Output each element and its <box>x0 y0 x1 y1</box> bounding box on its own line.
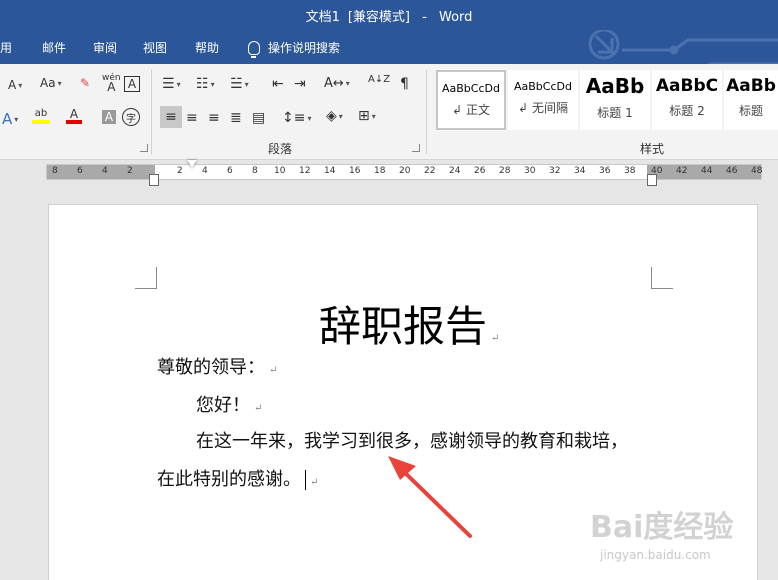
clear-format-icon[interactable]: ✎ <box>80 76 90 90</box>
text-cursor <box>305 470 306 490</box>
style-heading-2[interactable]: AaBbC 标题 2 <box>652 70 722 130</box>
ruler-tick: 44 <box>701 166 713 176</box>
char-border-button[interactable]: A <box>124 76 140 92</box>
tell-me-label: 操作说明搜索 <box>268 41 341 55</box>
paragraph-dialog-launcher[interactable] <box>412 144 420 152</box>
right-indent-marker[interactable] <box>647 174 657 186</box>
left-indent-marker[interactable] <box>149 174 159 186</box>
style-normal[interactable]: AaBbCcDd ↲ 正文 <box>436 70 506 130</box>
ruler-tick: 16 <box>349 166 361 176</box>
compat-mode: [兼容模式] <box>347 10 411 25</box>
app-name: Word <box>439 10 473 25</box>
highlight-color-button[interactable]: ab <box>32 108 50 124</box>
ruler-tick: 2 <box>177 166 183 176</box>
ruler-left-margin <box>47 165 155 179</box>
styles-gallery: AaBbCcDd ↲ 正文 AaBbCcDd ↲ 无间隔 AaBb 标题 1 A… <box>434 70 778 130</box>
window-title: 文档1 [兼容模式] - Word <box>0 6 778 25</box>
ruler-tick: 2 <box>127 166 133 176</box>
margin-corner-mark <box>135 267 157 289</box>
ruler-tick: 8 <box>252 166 258 176</box>
ruler-tick: 24 <box>449 166 461 176</box>
tab-use[interactable]: 用 <box>0 39 12 56</box>
phonetic-guide-button[interactable]: wén A <box>102 74 121 94</box>
ruler-tick: 8 <box>52 166 58 176</box>
tab-help[interactable]: 帮助 <box>195 39 219 56</box>
distributed-button[interactable]: ▤ <box>252 110 265 126</box>
tab-review[interactable]: 审阅 <box>93 39 117 56</box>
ruler-tick: 30 <box>524 166 536 176</box>
ruler-tick: 48 <box>751 166 763 176</box>
enclose-char-button[interactable]: 字 <box>122 108 140 126</box>
multilevel-list-button[interactable]: ☱ ▾ <box>230 76 249 92</box>
group-separator <box>426 70 427 154</box>
paragraph-group-label: 段落 <box>268 142 293 156</box>
title-bar: 文档1 [兼容模式] - Word <box>0 0 778 30</box>
numbering-button[interactable]: ☷ ▾ <box>196 76 215 92</box>
borders-button[interactable]: ⊞ ▾ <box>358 108 376 124</box>
ruler-tick: 20 <box>399 166 411 176</box>
sort-button[interactable]: A↓Z <box>368 74 390 85</box>
tab-mailings[interactable]: 邮件 <box>42 39 66 56</box>
watermark-url: jingyan.baidu.com <box>600 548 711 562</box>
title-separator: - <box>422 10 427 25</box>
margin-corner-mark <box>651 267 673 289</box>
line-spacing-button[interactable]: ↕≡ ▾ <box>282 110 311 126</box>
annotation-arrow-icon <box>388 456 472 538</box>
style-heading-1[interactable]: AaBb 标题 1 <box>580 70 650 130</box>
ruler-tick: 22 <box>424 166 436 176</box>
ruler-tick: 34 <box>574 166 586 176</box>
bullets-button[interactable]: ☰ ▾ <box>162 76 181 92</box>
align-right-button[interactable]: ≡ <box>208 110 220 126</box>
tell-me-search[interactable]: 操作说明搜索 <box>248 39 341 58</box>
ruler-tick: 32 <box>549 166 561 176</box>
style-title[interactable]: AaBb 标题 <box>724 70 778 130</box>
font-color-button[interactable]: A <box>66 108 82 124</box>
align-left-button[interactable]: ≡ <box>160 106 182 128</box>
decrease-indent-button[interactable]: ⇤ <box>272 76 284 92</box>
ruler-tick: 38 <box>624 166 636 176</box>
show-marks-icon[interactable]: ¶ <box>400 76 409 92</box>
style-no-spacing[interactable]: AaBbCcDd ↲ 无间隔 <box>508 70 578 130</box>
ruler-tick: 14 <box>324 166 336 176</box>
styles-group-label: 样式 <box>640 142 665 156</box>
ruler-tick: 10 <box>274 166 286 176</box>
greeting-paragraph[interactable]: 您好！ ↵ <box>196 391 262 417</box>
ruler-tick: 42 <box>676 166 688 176</box>
document-title[interactable]: 辞职报告 ↵ <box>319 293 499 354</box>
increase-indent-button[interactable]: ⇥ <box>294 76 306 92</box>
salutation-paragraph[interactable]: 尊敬的领导： ↵ <box>157 353 277 379</box>
body-paragraph-line-2[interactable]: 在此特别的感谢。 ↵ <box>157 465 318 491</box>
lightbulb-icon <box>248 40 260 58</box>
ruler-tick: 26 <box>474 166 486 176</box>
ruler-area: 8 6 4 2 2 4 6 8 10 12 14 16 18 20 22 24 … <box>0 160 778 186</box>
tab-view[interactable]: 视图 <box>143 39 167 56</box>
shading-button[interactable]: ◈ ▾ <box>326 108 343 124</box>
text-direction-button[interactable]: A↔ ▾ <box>324 76 350 91</box>
doc-name: 文档1 <box>305 10 340 25</box>
ruler-tick: 12 <box>299 166 311 176</box>
ruler-tick: 46 <box>726 166 738 176</box>
change-case-button[interactable]: Aa ▾ <box>40 76 62 90</box>
font-dialog-launcher[interactable] <box>140 144 148 152</box>
ruler-tick: 28 <box>499 166 511 176</box>
text-effects-button[interactable]: A ▾ <box>2 110 18 128</box>
baidu-watermark: Bai度经验 jingyan.baidu.com <box>590 492 750 572</box>
char-shading-button[interactable]: A <box>102 110 116 124</box>
ruler-tick: 4 <box>102 166 108 176</box>
group-separator <box>151 70 152 154</box>
ruler-tick: 6 <box>227 166 233 176</box>
align-center-button[interactable]: ≡ <box>186 110 198 126</box>
justify-button[interactable]: ≣ <box>230 110 242 126</box>
ribbon-tabs: 用 邮件 审阅 视图 帮助 操作说明搜索 <box>0 30 778 88</box>
ruler-tick: 18 <box>374 166 386 176</box>
shrink-font-button[interactable]: A ▾ <box>8 78 22 92</box>
ruler-tick: 36 <box>599 166 611 176</box>
watermark-logo-text: Bai度经验 <box>590 510 734 545</box>
first-line-indent-marker[interactable] <box>187 160 197 168</box>
ribbon-panel: A ▾ Aa ▾ ✎ wén A A A ▾ ab A A 字 ☰ ▾ ☷ ▾ ☱ ▾ ⇤ ⇥… <box>0 64 778 160</box>
ruler-tick: 6 <box>77 166 83 176</box>
ruler-tick: 4 <box>202 166 208 176</box>
